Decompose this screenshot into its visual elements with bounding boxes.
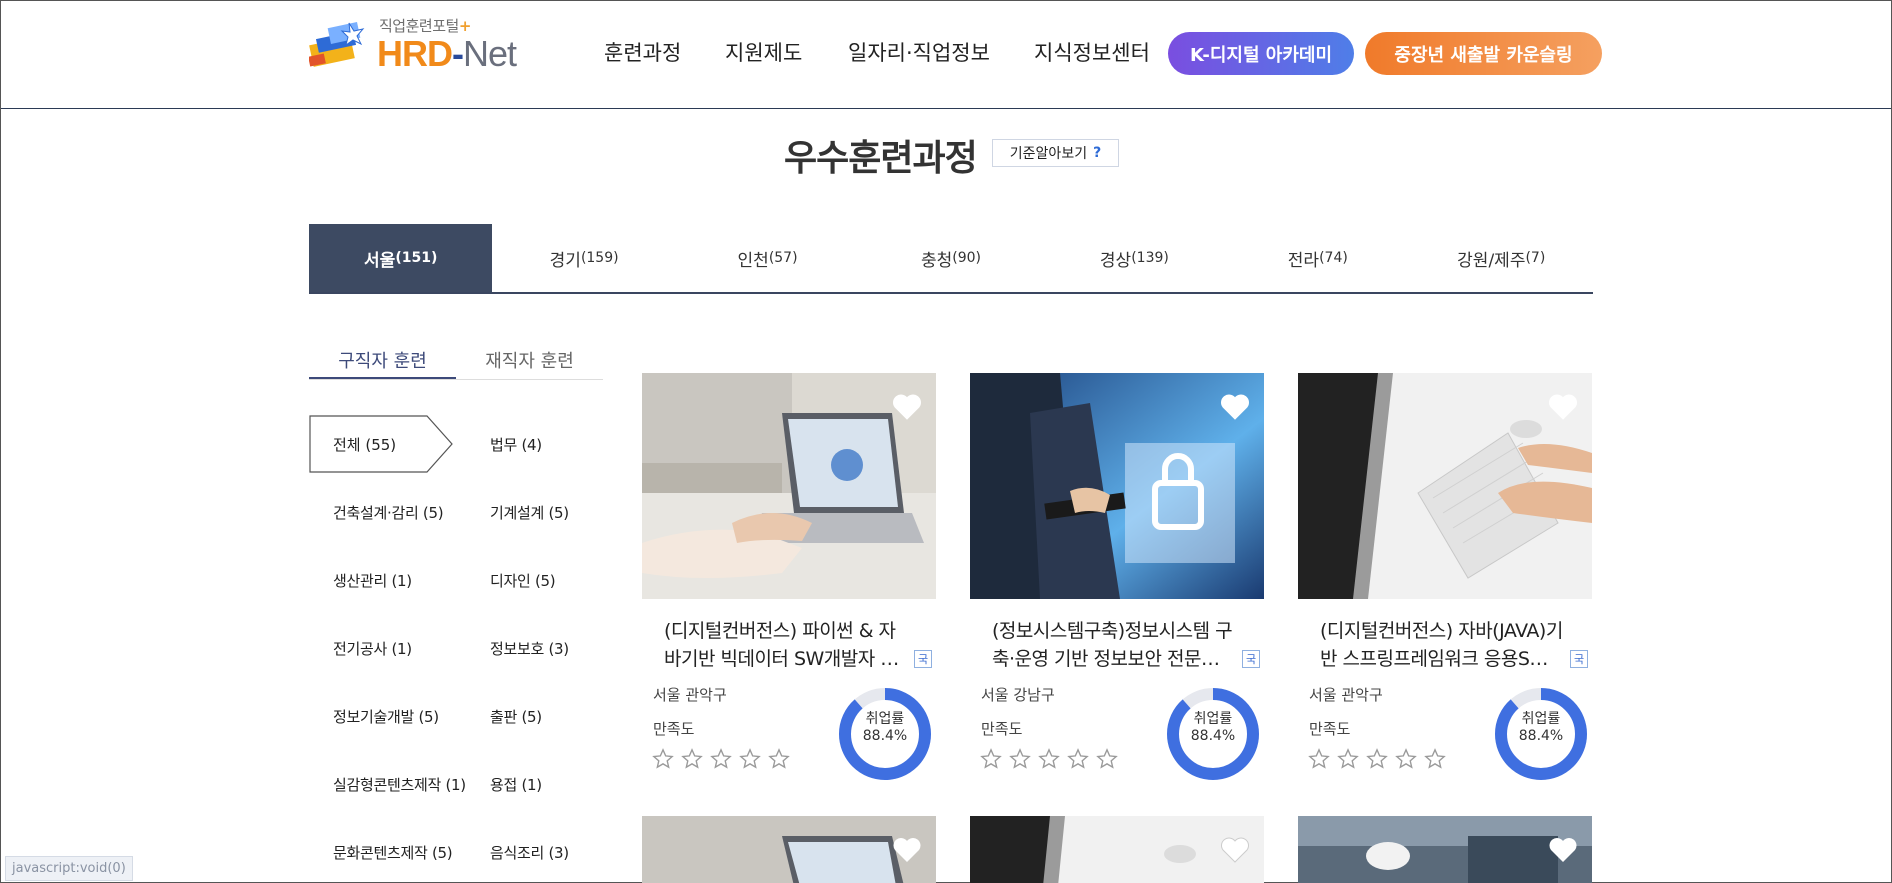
- course-location: 서울 강남구: [981, 686, 1055, 704]
- category-item[interactable]: 용접 (1): [490, 774, 542, 795]
- category-item-active[interactable]: 전체 (55): [309, 415, 453, 473]
- star-icon: [1424, 748, 1446, 769]
- tab-employee-training[interactable]: 재직자 훈련: [456, 345, 603, 379]
- heart-icon[interactable]: [1548, 836, 1578, 864]
- midage-counseling-button[interactable]: 중장년 새출발 카운슬링: [1365, 32, 1602, 75]
- k-digital-academy-button[interactable]: K-디지털 아카데미: [1168, 32, 1354, 75]
- tab-region-incheon[interactable]: 인천 (57): [676, 224, 859, 292]
- heart-icon[interactable]: [1548, 393, 1578, 421]
- course-title[interactable]: (정보시스템구축)정보시스템 구축·운영 기반 정보보안 전문…: [992, 617, 1237, 673]
- category-item[interactable]: 전기공사 (1): [333, 638, 412, 659]
- logo-mark-icon: [309, 22, 365, 67]
- tab-job-seeker-training[interactable]: 구직자 훈련: [309, 345, 456, 379]
- category-item[interactable]: 건축설계·감리 (5): [333, 502, 444, 523]
- employment-label: 취업률: [1193, 711, 1233, 727]
- category-item[interactable]: 출판 (5): [490, 706, 542, 727]
- course-card[interactable]: (디지털컨버전스) 자바(JAVA)기반 스프링프레임워크 응용S… 국 서울 …: [1298, 373, 1592, 785]
- page-title: 우수훈련과정: [784, 138, 978, 179]
- help-icon: ?: [1093, 145, 1102, 161]
- course-card[interactable]: [1298, 816, 1592, 883]
- course-card[interactable]: [642, 816, 936, 883]
- satisfaction-label: 만족도: [1309, 720, 1351, 738]
- star-icon: [980, 748, 1002, 769]
- logo-wordmark: HRD-Net: [377, 33, 517, 74]
- employment-value: 88.4%: [1190, 728, 1236, 744]
- criteria-button[interactable]: 기준알아보기 ?: [992, 139, 1119, 167]
- hrd-net-logo[interactable]: 직업훈련포털+ HRD-Net: [309, 15, 539, 74]
- category-item[interactable]: 기계설계 (5): [490, 502, 569, 523]
- browser-status-bar: javascript:void(0): [5, 856, 133, 881]
- course-card[interactable]: (디지털컨버전스) 파이썬 & 자바기반 빅데이터 SW개발자 … 국 서울 관…: [642, 373, 936, 785]
- tab-region-gyeongsang[interactable]: 경상 (139): [1043, 224, 1226, 292]
- category-item[interactable]: 법무 (4): [490, 434, 542, 455]
- star-icon: [1096, 748, 1118, 769]
- star-icon: [1366, 748, 1388, 769]
- course-card[interactable]: [970, 816, 1264, 883]
- star-icon: [1009, 748, 1031, 769]
- star-icon: [1308, 748, 1330, 769]
- rating-stars: [652, 748, 790, 770]
- employment-label: 취업률: [865, 711, 905, 727]
- star-icon: [1395, 748, 1417, 769]
- star-icon: [1038, 748, 1060, 769]
- star-icon: [710, 748, 732, 769]
- national-badge: 국: [1570, 650, 1588, 668]
- employment-value: 88.4%: [862, 728, 908, 744]
- national-badge: 국: [1242, 650, 1260, 668]
- category-item[interactable]: 생산관리 (1): [333, 570, 412, 591]
- star-icon: [1337, 748, 1359, 769]
- heart-icon[interactable]: [892, 393, 922, 421]
- trainee-type-tabs: 구직자 훈련 재직자 훈련: [309, 345, 603, 380]
- employment-label: 취업률: [1521, 711, 1561, 727]
- nav-support-system[interactable]: 지원제도: [725, 37, 802, 67]
- course-location: 서울 관악구: [1309, 686, 1383, 704]
- satisfaction-label: 만족도: [653, 720, 695, 738]
- category-label: 전체 (55): [333, 436, 397, 454]
- national-badge: 국: [914, 650, 932, 668]
- rating-stars: [980, 748, 1118, 770]
- employment-rate-text: 취업률 88.4%: [838, 711, 932, 745]
- star-icon: [652, 748, 674, 769]
- star-icon: [739, 748, 761, 769]
- category-item[interactable]: 실감형콘텐츠제작 (1): [333, 774, 466, 795]
- tab-region-jeolla[interactable]: 전라 (74): [1226, 224, 1409, 292]
- nav-training-courses[interactable]: 훈련과정: [604, 37, 681, 67]
- heart-icon[interactable]: [1220, 393, 1250, 421]
- tab-region-chungcheong[interactable]: 충청 (90): [859, 224, 1042, 292]
- star-icon: [768, 748, 790, 769]
- category-item[interactable]: 음식조리 (3): [490, 842, 569, 863]
- rating-stars: [1308, 748, 1446, 770]
- site-header: 직업훈련포털+ HRD-Net 훈련과정 지원제도 일자리·직업정보 지식정보센…: [1, 1, 1891, 109]
- course-title[interactable]: (디지털컨버전스) 자바(JAVA)기반 스프링프레임워크 응용S…: [1320, 617, 1565, 673]
- course-location: 서울 관악구: [653, 686, 727, 704]
- region-tabs: 서울 (151) 경기 (159) 인천 (57) 충청 (90) 경상 (139) 전라…: [309, 224, 1593, 294]
- category-item[interactable]: 문화콘텐츠제작 (5): [333, 842, 453, 863]
- criteria-label: 기준알아보기: [1009, 146, 1088, 162]
- nav-jobs-info[interactable]: 일자리·직업정보: [848, 37, 990, 67]
- tab-region-gyeonggi[interactable]: 경기 (159): [492, 224, 675, 292]
- heart-icon[interactable]: [1220, 836, 1250, 864]
- course-card[interactable]: (정보시스템구축)정보시스템 구축·운영 기반 정보보안 전문… 국 서울 강남…: [970, 373, 1264, 785]
- tab-region-gangwon-jeju[interactable]: 강원/제주 (7): [1410, 224, 1593, 292]
- employment-rate-text: 취업률 88.4%: [1494, 711, 1588, 745]
- category-item[interactable]: 정보보호 (3): [490, 638, 569, 659]
- category-item[interactable]: 정보기술개발 (5): [333, 706, 439, 727]
- heart-icon[interactable]: [892, 836, 922, 864]
- nav-knowledge-center[interactable]: 지식정보센터: [1034, 37, 1150, 67]
- category-item[interactable]: 디자인 (5): [490, 570, 556, 591]
- employment-value: 88.4%: [1518, 728, 1564, 744]
- tab-region-seoul[interactable]: 서울 (151): [309, 224, 493, 292]
- satisfaction-label: 만족도: [981, 720, 1023, 738]
- star-icon: [681, 748, 703, 769]
- star-icon: [1067, 748, 1089, 769]
- employment-rate-text: 취업률 88.4%: [1166, 711, 1260, 745]
- course-title[interactable]: (디지털컨버전스) 파이썬 & 자바기반 빅데이터 SW개발자 …: [664, 617, 909, 673]
